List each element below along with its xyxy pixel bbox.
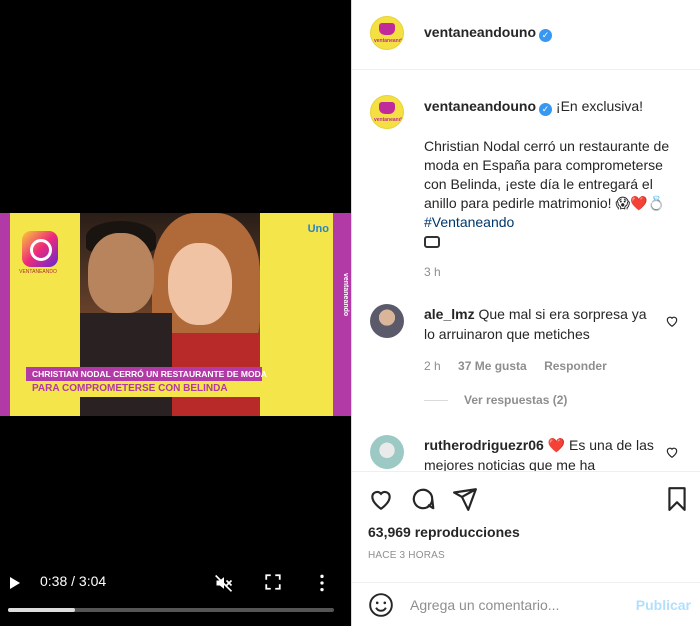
like-heart-icon[interactable] bbox=[665, 314, 679, 328]
view-count[interactable]: 63,969 reproducciones bbox=[368, 524, 520, 540]
caption-emojis: 😱❤️💍 bbox=[615, 195, 665, 211]
comment-username[interactable]: rutherodriguezr06 bbox=[424, 437, 544, 453]
post-header: ventaneando ventaneandouno ✓ bbox=[352, 0, 700, 70]
verified-badge-icon: ✓ bbox=[539, 103, 553, 116]
lower-third-line1: CHRISTIAN NODAL CERRÓ UN RESTAURANTE DE … bbox=[26, 367, 267, 381]
play-icon[interactable] bbox=[10, 577, 20, 589]
view-replies-button[interactable]: Ver respuestas (2) bbox=[424, 393, 567, 407]
comment-text: rutherodriguezr06 ❤️ Es una de las mejor… bbox=[424, 435, 654, 471]
comment-icon[interactable] bbox=[410, 486, 436, 512]
video-player[interactable]: VENTANEANDO Uno ventaneando CHRISTIAN NO… bbox=[0, 0, 351, 626]
avatar-text: ventaneando bbox=[374, 117, 404, 123]
comment-username[interactable]: ale_lmz bbox=[424, 306, 475, 322]
lower-third: CHRISTIAN NODAL CERRÓ UN RESTAURANTE DE … bbox=[0, 367, 351, 397]
comment-emoji: ❤️ bbox=[547, 437, 566, 453]
avatar[interactable]: ventaneando bbox=[370, 16, 404, 50]
comment-avatar[interactable] bbox=[370, 435, 404, 469]
comment-text: ale_lmz Que mal si era sorpresa ya lo ar… bbox=[424, 304, 654, 344]
caption-username[interactable]: ventaneandouno bbox=[424, 98, 536, 114]
instagram-logo-icon bbox=[22, 231, 58, 267]
comment-meta: 2 h 37 Me gusta Responder bbox=[424, 359, 621, 373]
fullscreen-icon[interactable] bbox=[264, 573, 282, 591]
header-user: ventaneandouno ✓ bbox=[424, 24, 553, 42]
avatar-logo bbox=[379, 102, 395, 114]
ig-handle: VENTANEANDO bbox=[19, 269, 57, 275]
publish-button[interactable]: Publicar bbox=[636, 597, 691, 613]
side-brand-text: ventaneando bbox=[342, 273, 349, 317]
emoji-smile-icon[interactable] bbox=[368, 592, 394, 618]
comment-input[interactable] bbox=[410, 592, 620, 618]
post-modal: VENTANEANDO Uno ventaneando CHRISTIAN NO… bbox=[0, 0, 700, 626]
post-date: HACE 3 HORAS bbox=[368, 550, 445, 561]
comment-avatar[interactable] bbox=[370, 304, 404, 338]
progress-fill bbox=[8, 608, 76, 612]
reply-button[interactable]: Responder bbox=[544, 359, 607, 373]
man-sweater bbox=[80, 313, 172, 416]
caption-text: Christian Nodal cerró un restaurante de … bbox=[424, 137, 684, 251]
muted-speaker-icon[interactable] bbox=[214, 573, 234, 593]
lower-third-line2: PARA COMPROMETERSE CON BELINDA bbox=[26, 381, 262, 397]
caption-timestamp: 3 h bbox=[424, 265, 441, 279]
avatar-text: ventaneando bbox=[374, 38, 404, 44]
post-sidebar: ventaneando ventaneandouno ✓ ventaneando … bbox=[351, 0, 700, 626]
comment-composer: Publicar bbox=[352, 582, 700, 626]
caption-hashtag[interactable]: #Ventaneando bbox=[424, 214, 514, 230]
comment-time: 2 h bbox=[424, 359, 441, 373]
avatar-logo bbox=[379, 23, 395, 35]
video-frame[interactable]: VENTANEANDO Uno ventaneando CHRISTIAN NO… bbox=[0, 213, 351, 416]
caption-header: ventaneandouno ✓ ¡En exclusiva! bbox=[424, 98, 643, 116]
woman-face bbox=[168, 243, 232, 325]
tv-icon bbox=[424, 236, 440, 248]
comments-area: ventaneando ventaneandouno ✓ ¡En exclusiv… bbox=[352, 71, 700, 471]
man-face bbox=[88, 233, 154, 313]
verified-badge-icon: ✓ bbox=[539, 29, 553, 42]
caption-lead: ¡En exclusiva! bbox=[555, 98, 644, 114]
video-controls: 0:38 / 3:04 bbox=[0, 566, 351, 626]
bookmark-icon[interactable] bbox=[664, 486, 690, 512]
share-icon[interactable] bbox=[452, 486, 478, 512]
more-options-icon[interactable] bbox=[317, 573, 327, 593]
header-username[interactable]: ventaneandouno bbox=[424, 24, 536, 40]
channel-tag: Uno bbox=[307, 223, 329, 235]
progress-bar[interactable] bbox=[8, 608, 334, 612]
comment-likes[interactable]: 37 Me gusta bbox=[458, 359, 527, 373]
video-time: 0:38 / 3:04 bbox=[40, 573, 107, 589]
post-actions: 63,969 reproducciones HACE 3 HORAS bbox=[352, 471, 700, 571]
like-heart-icon[interactable] bbox=[665, 445, 679, 459]
caption-avatar[interactable]: ventaneando bbox=[370, 95, 404, 129]
heart-icon[interactable] bbox=[368, 486, 394, 512]
